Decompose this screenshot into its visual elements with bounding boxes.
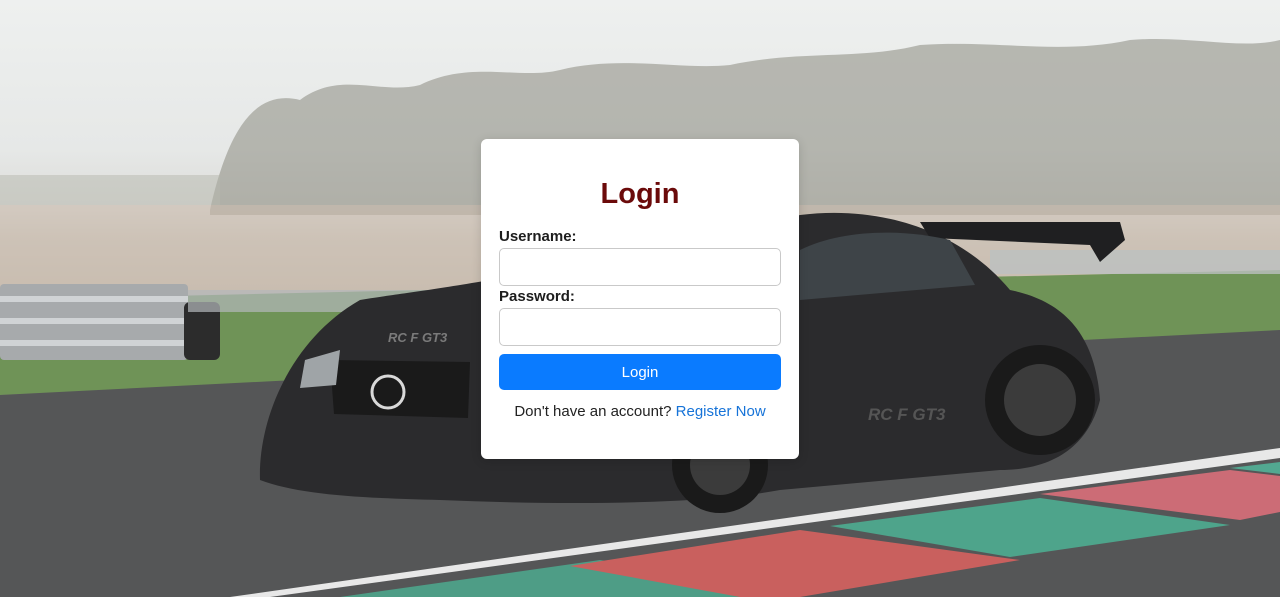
register-link[interactable]: Register Now xyxy=(676,403,766,420)
login-title: Login xyxy=(600,178,680,210)
login-card: Login Username: Password: Login Don't ha… xyxy=(481,139,799,459)
username-label: Username: xyxy=(499,228,577,245)
password-input[interactable] xyxy=(499,308,781,346)
car-badge-side: RC F GT3 xyxy=(868,405,946,424)
password-label: Password: xyxy=(499,288,575,305)
register-prompt-text: Don't have an account? xyxy=(514,403,672,420)
login-button[interactable]: Login xyxy=(499,354,781,390)
register-prompt-row: Don't have an account? Register Now xyxy=(499,403,781,420)
car-badge-front: RC F GT3 xyxy=(388,330,448,345)
username-input[interactable] xyxy=(499,248,781,286)
